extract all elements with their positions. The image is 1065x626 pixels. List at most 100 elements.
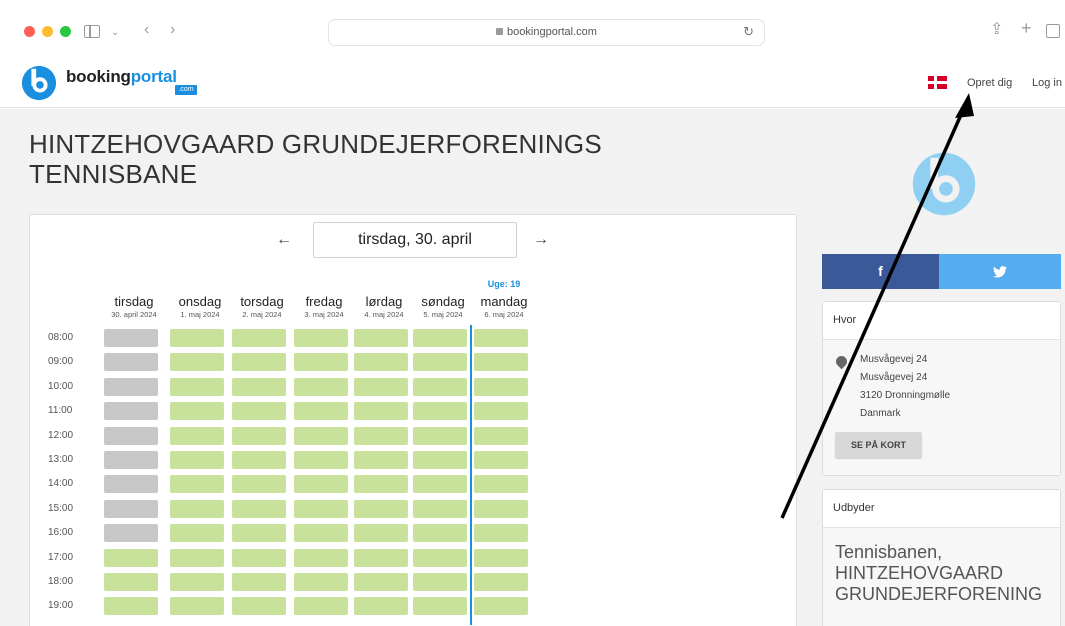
available-time-slot[interactable] bbox=[294, 402, 348, 421]
available-time-slot[interactable] bbox=[474, 426, 528, 445]
available-time-slot[interactable] bbox=[474, 548, 528, 567]
available-time-slot[interactable] bbox=[294, 377, 348, 396]
back-icon[interactable]: ‹ bbox=[144, 20, 149, 40]
available-time-slot[interactable] bbox=[232, 548, 286, 567]
available-time-slot[interactable] bbox=[170, 524, 224, 543]
available-time-slot[interactable] bbox=[354, 475, 408, 494]
available-time-slot[interactable] bbox=[474, 573, 528, 591]
available-time-slot[interactable] bbox=[294, 573, 348, 591]
available-time-slot[interactable] bbox=[354, 451, 408, 469]
available-time-slot[interactable] bbox=[294, 451, 348, 469]
available-time-slot[interactable] bbox=[232, 524, 286, 543]
available-time-slot[interactable] bbox=[294, 524, 348, 543]
available-time-slot[interactable] bbox=[232, 353, 286, 372]
available-time-slot[interactable] bbox=[104, 548, 158, 567]
available-time-slot[interactable] bbox=[354, 329, 408, 347]
available-time-slot[interactable] bbox=[413, 402, 467, 421]
available-time-slot[interactable] bbox=[232, 451, 286, 469]
close-window-button[interactable] bbox=[24, 26, 35, 37]
bookingportal-logo-icon[interactable] bbox=[20, 64, 58, 102]
available-time-slot[interactable] bbox=[294, 597, 348, 616]
date-picker[interactable]: tirsdag, 30. april bbox=[313, 222, 517, 258]
available-time-slot[interactable] bbox=[413, 548, 467, 567]
available-time-slot[interactable] bbox=[170, 573, 224, 591]
available-time-slot[interactable] bbox=[294, 499, 348, 518]
available-time-slot[interactable] bbox=[413, 499, 467, 518]
available-time-slot[interactable] bbox=[354, 573, 408, 591]
available-time-slot[interactable] bbox=[170, 597, 224, 616]
forward-icon[interactable]: › bbox=[170, 20, 175, 40]
provider-name[interactable]: Tennisbanen, HINTZEHOVGAARD GRUNDEJERFOR… bbox=[835, 542, 1065, 605]
available-time-slot[interactable] bbox=[232, 377, 286, 396]
available-time-slot[interactable] bbox=[413, 329, 467, 347]
available-time-slot[interactable] bbox=[170, 499, 224, 518]
available-time-slot[interactable] bbox=[104, 573, 158, 591]
available-time-slot[interactable] bbox=[354, 402, 408, 421]
share-icon[interactable]: ⇪ bbox=[990, 20, 1003, 40]
minimize-window-button[interactable] bbox=[42, 26, 53, 37]
available-time-slot[interactable] bbox=[474, 353, 528, 372]
available-time-slot[interactable] bbox=[232, 597, 286, 616]
signup-link[interactable]: Opret dig bbox=[967, 77, 1012, 89]
available-time-slot[interactable] bbox=[354, 524, 408, 543]
sidebar-toggle-icon[interactable] bbox=[84, 25, 100, 38]
available-time-slot[interactable] bbox=[232, 426, 286, 445]
available-time-slot[interactable] bbox=[474, 329, 528, 347]
available-time-slot[interactable] bbox=[413, 426, 467, 445]
available-time-slot[interactable] bbox=[413, 524, 467, 543]
available-time-slot[interactable] bbox=[413, 597, 467, 616]
login-link[interactable]: Log in bbox=[1032, 77, 1062, 89]
available-time-slot[interactable] bbox=[354, 353, 408, 372]
available-time-slot[interactable] bbox=[170, 548, 224, 567]
available-time-slot[interactable] bbox=[354, 548, 408, 567]
available-time-slot[interactable] bbox=[170, 353, 224, 372]
available-time-slot[interactable] bbox=[474, 597, 528, 616]
available-time-slot[interactable] bbox=[294, 329, 348, 347]
available-time-slot[interactable] bbox=[170, 402, 224, 421]
available-time-slot[interactable] bbox=[413, 475, 467, 494]
available-time-slot[interactable] bbox=[232, 499, 286, 518]
available-time-slot[interactable] bbox=[170, 426, 224, 445]
available-time-slot[interactable] bbox=[474, 377, 528, 396]
available-time-slot[interactable] bbox=[474, 451, 528, 469]
available-time-slot[interactable] bbox=[474, 524, 528, 543]
available-time-slot[interactable] bbox=[232, 402, 286, 421]
available-time-slot[interactable] bbox=[474, 499, 528, 518]
available-time-slot[interactable] bbox=[170, 377, 224, 396]
available-time-slot[interactable] bbox=[413, 353, 467, 372]
available-time-slot[interactable] bbox=[294, 475, 348, 494]
available-time-slot[interactable] bbox=[232, 573, 286, 591]
available-time-slot[interactable] bbox=[294, 548, 348, 567]
twitter-share-button[interactable] bbox=[939, 254, 1061, 289]
available-time-slot[interactable] bbox=[413, 377, 467, 396]
show-on-map-button[interactable]: SE PÅ KORT bbox=[835, 432, 922, 458]
maximize-window-button[interactable] bbox=[60, 26, 71, 37]
available-time-slot[interactable] bbox=[170, 475, 224, 494]
address-bar[interactable]: bookingportal.com ↻ bbox=[328, 19, 765, 46]
next-day-arrow-icon[interactable]: → bbox=[533, 231, 549, 249]
available-time-slot[interactable] bbox=[354, 426, 408, 445]
available-time-slot[interactable] bbox=[354, 597, 408, 616]
available-time-slot[interactable] bbox=[474, 475, 528, 494]
available-time-slot[interactable] bbox=[474, 402, 528, 421]
available-time-slot[interactable] bbox=[104, 597, 158, 616]
available-time-slot[interactable] bbox=[232, 475, 286, 494]
day-date: 4. maj 2024 bbox=[364, 310, 404, 319]
chevron-down-icon[interactable]: ⌄ bbox=[111, 23, 119, 43]
available-time-slot[interactable] bbox=[354, 499, 408, 518]
available-time-slot[interactable] bbox=[294, 353, 348, 372]
available-time-slot[interactable] bbox=[170, 329, 224, 347]
available-time-slot[interactable] bbox=[413, 451, 467, 469]
danish-flag-icon[interactable] bbox=[928, 76, 947, 89]
logo-text[interactable]: bookingportal bbox=[66, 67, 177, 87]
available-time-slot[interactable] bbox=[413, 573, 467, 591]
available-time-slot[interactable] bbox=[354, 377, 408, 396]
new-tab-icon[interactable]: + bbox=[1021, 18, 1032, 38]
previous-day-arrow-icon[interactable]: ← bbox=[276, 231, 292, 249]
available-time-slot[interactable] bbox=[170, 451, 224, 469]
reload-icon[interactable]: ↻ bbox=[743, 24, 754, 40]
facebook-share-button[interactable]: f bbox=[822, 254, 939, 289]
tab-overview-icon[interactable] bbox=[1046, 24, 1060, 38]
available-time-slot[interactable] bbox=[232, 329, 286, 347]
available-time-slot[interactable] bbox=[294, 426, 348, 445]
